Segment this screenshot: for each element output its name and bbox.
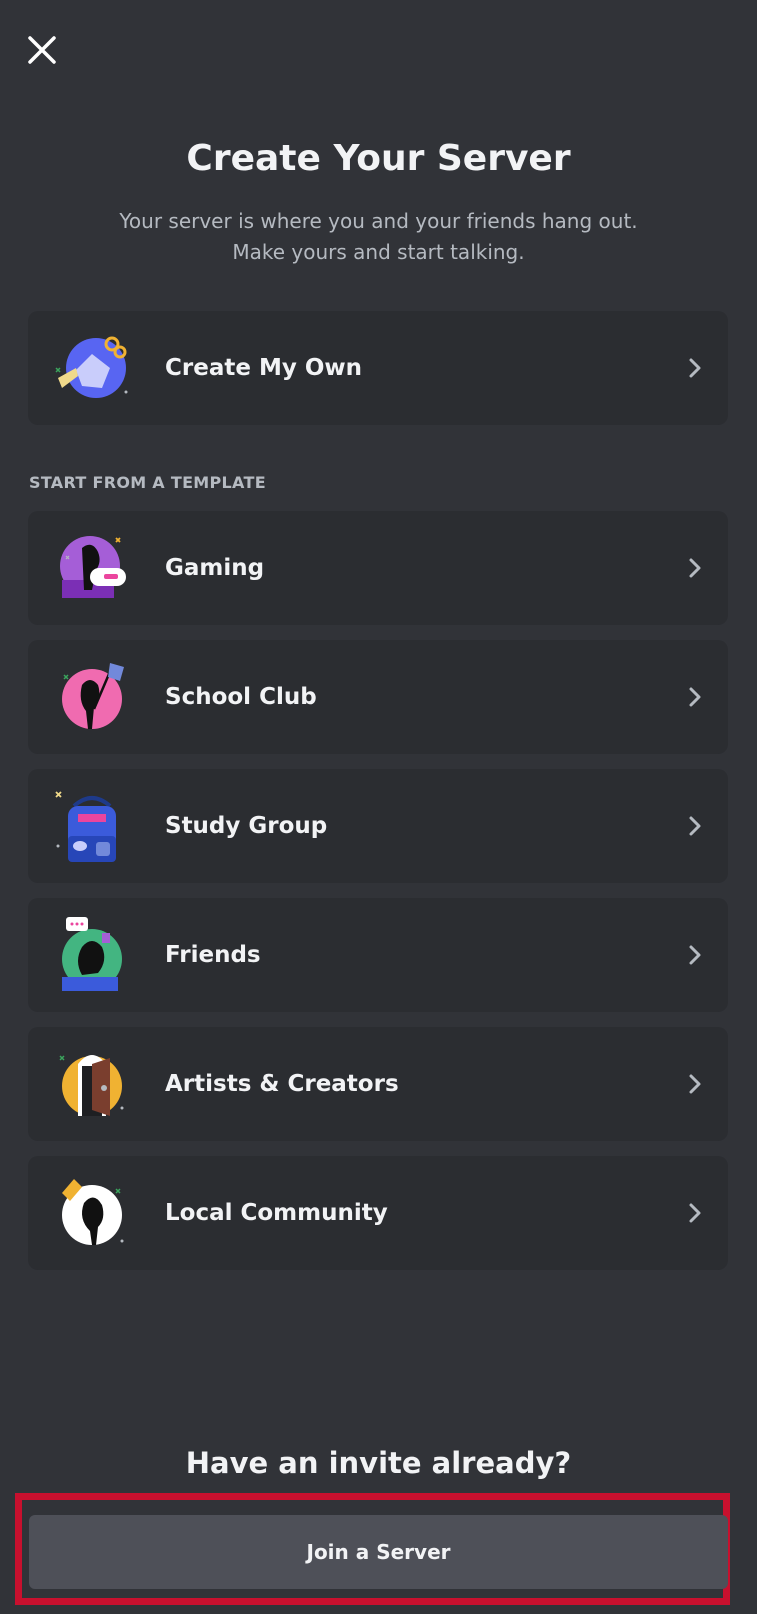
close-icon [28, 36, 56, 64]
chevron-right-icon [689, 945, 701, 965]
template-artists-creators[interactable]: Artists & Creators [28, 1027, 728, 1141]
gaming-icon [60, 536, 126, 598]
subtitle-line-1: Your server is where you and your friend… [119, 209, 638, 233]
page-title: Create Your Server [186, 138, 571, 179]
template-label: Friends [165, 942, 261, 968]
close-button[interactable] [22, 30, 62, 70]
page-subtitle: Your server is where you and your friend… [60, 206, 697, 268]
chevron-right-icon [689, 1074, 701, 1094]
template-local-community[interactable]: Local Community [28, 1156, 728, 1270]
subtitle-line-2: Make yours and start talking. [232, 240, 525, 264]
school-club-icon [62, 663, 124, 729]
chevron-right-icon [689, 816, 701, 836]
chevron-right-icon [689, 358, 701, 378]
local-community-icon [62, 1179, 124, 1245]
template-section-header: START FROM A TEMPLATE [29, 473, 266, 492]
template-label: Study Group [165, 813, 328, 839]
invite-heading: Have an invite already? [185, 1446, 572, 1480]
chevron-right-icon [689, 687, 701, 707]
chevron-right-icon [689, 558, 701, 578]
template-label: Gaming [165, 555, 265, 581]
template-label: Artists & Creators [165, 1071, 399, 1097]
create-my-own-button[interactable]: Create My Own [28, 311, 728, 425]
backpack-icon [55, 791, 116, 862]
door-icon [59, 1055, 124, 1116]
template-gaming[interactable]: Gaming [28, 511, 728, 625]
template-friends[interactable]: Friends [28, 898, 728, 1012]
template-school-club[interactable]: School Club [28, 640, 728, 754]
template-label: School Club [165, 684, 317, 710]
globe-with-wrench-icon [55, 336, 128, 398]
create-my-own-label: Create My Own [165, 355, 363, 381]
template-study-group[interactable]: Study Group [28, 769, 728, 883]
chevron-right-icon [689, 1203, 701, 1223]
friends-icon [62, 917, 122, 991]
join-server-button[interactable]: Join a Server [29, 1515, 728, 1589]
template-label: Local Community [165, 1200, 388, 1226]
